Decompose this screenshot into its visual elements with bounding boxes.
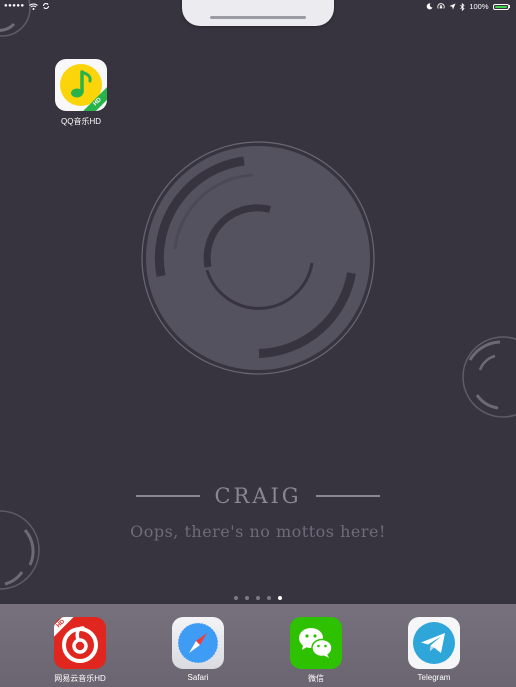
app-label: Safari [187,673,209,682]
netease-music-hd-icon[interactable]: HD [54,617,106,669]
status-right: 100% [426,2,510,11]
wechat-icon[interactable] [290,617,342,669]
craig-name: CRAIG [214,484,302,508]
notch-bar [210,16,306,19]
dock: HD 网易云音乐HD Safari 微信 Telegram [0,604,516,687]
safari-compass-icon[interactable] [172,617,224,669]
moon-icon [427,3,433,10]
battery-percent: 100% [469,2,489,11]
page-dot-1[interactable] [234,596,238,600]
app-label: 网易云音乐HD [54,674,106,683]
app-telegram[interactable]: Telegram [408,617,460,682]
app-wechat[interactable]: 微信 [290,617,342,684]
bluetooth-icon [460,2,465,11]
app-safari[interactable]: Safari [172,617,224,682]
craig-logo [141,141,375,375]
battery-tip [508,5,510,8]
battery-level [494,5,507,8]
compass-icon [177,622,219,664]
motto-text: Oops, there's no mottos here! [130,522,386,541]
app-label: QQ音乐HD [61,117,101,126]
page-dot-2[interactable] [245,596,249,600]
divider-left [136,495,201,497]
page-indicator[interactable] [0,596,516,600]
lock-rotation-icon [437,2,445,9]
motto-heading: CRAIG [0,484,516,508]
page-dot-3[interactable] [256,596,260,600]
page-dot-4[interactable] [267,596,271,600]
corner-circle-right [462,336,516,418]
telegram-icon[interactable] [408,617,460,669]
battery-icon [492,3,509,10]
page-dot-5[interactable] [278,596,282,600]
location-icon [449,3,456,10]
qq-music-hd-icon[interactable]: HD [55,59,107,111]
app-label: 微信 [308,674,324,683]
ipad-home-screen: ●●●●● 上午9:41 [0,0,516,687]
app-label: Telegram [417,673,451,682]
wechat-bubbles-icon [299,628,333,658]
notch [182,0,334,26]
divider-right [315,495,380,497]
paper-plane-icon [413,622,455,664]
app-netease-music-hd[interactable]: HD 网易云音乐HD [54,617,106,684]
app-qq-music-hd[interactable]: HD QQ音乐HD [55,59,107,127]
